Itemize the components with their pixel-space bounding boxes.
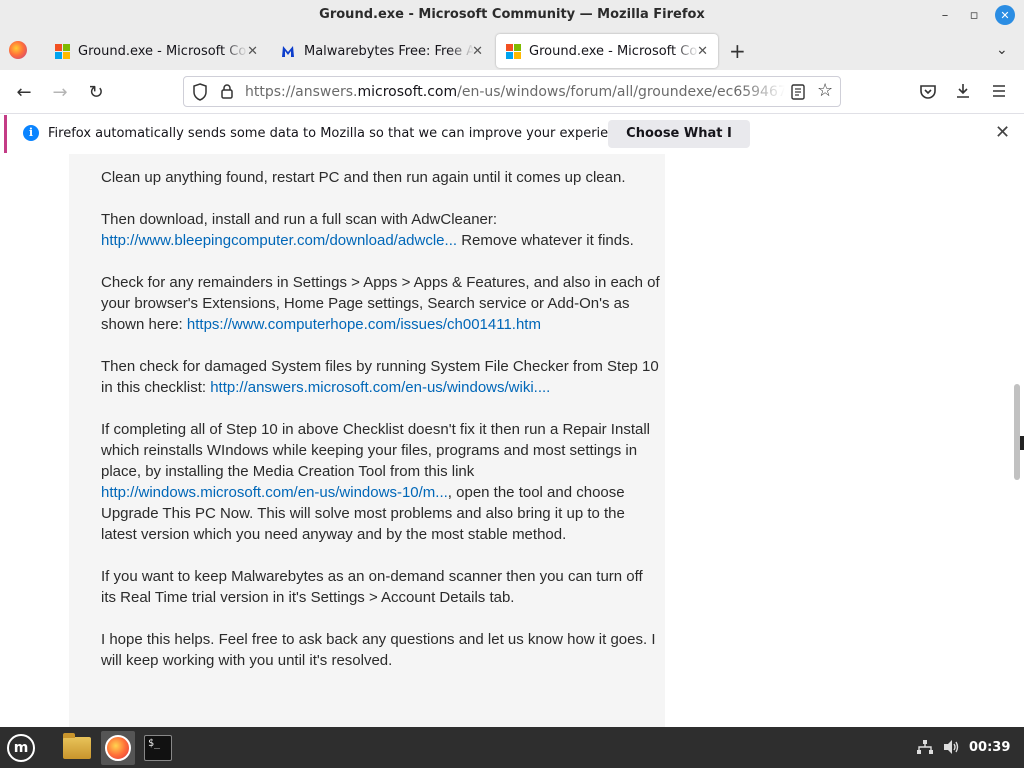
post-paragraph: Then download, install and run a full sc… xyxy=(101,211,634,249)
terminal-launcher[interactable]: $_ xyxy=(141,731,175,765)
computerhope-link[interactable]: https://www.computerhope.com/issues/ch00… xyxy=(187,316,541,333)
info-icon: i xyxy=(23,125,39,141)
checklist-link[interactable]: http://answers.microsoft.com/en-us/windo… xyxy=(210,379,550,396)
post-paragraph: If completing all of Step 10 in above Ch… xyxy=(101,421,650,543)
tab-ground-exe-1[interactable]: Ground.exe - Microsoft Community ✕ xyxy=(45,34,268,68)
malwarebytes-logo-icon xyxy=(282,46,294,57)
start-menu-button[interactable]: m xyxy=(4,731,38,765)
window-titlebar: Ground.exe - Microsoft Community — Mozil… xyxy=(0,0,1024,30)
volume-icon[interactable] xyxy=(942,739,960,755)
tracking-protection-shield-icon[interactable] xyxy=(192,83,208,101)
post-paragraph: If you want to keep Malwarebytes as an o… xyxy=(101,568,643,606)
adwcleaner-link[interactable]: http://www.bleepingcomputer.com/download… xyxy=(101,232,457,249)
url-bar[interactable]: https://answers.microsoft.com/en-us/wind… xyxy=(183,76,841,107)
url-text[interactable]: https://answers.microsoft.com/en-us/wind… xyxy=(245,84,785,100)
post-paragraph: Then check for damaged System files by r… xyxy=(101,358,659,396)
reload-button[interactable]: ↻ xyxy=(84,80,108,104)
tab-ground-exe-active[interactable]: Ground.exe - Microsoft Community ✕ xyxy=(496,34,718,68)
list-all-tabs-button[interactable]: ⌄ xyxy=(996,42,1008,58)
window-title: Ground.exe - Microsoft Community — Mozil… xyxy=(319,7,705,22)
forward-button[interactable]: → xyxy=(48,80,72,104)
tab-strip: Ground.exe - Microsoft Community ✕ Malwa… xyxy=(0,30,1024,70)
tab-title: Ground.exe - Microsoft Community xyxy=(78,43,248,59)
microsoft-logo-icon xyxy=(55,43,70,59)
maximize-button[interactable]: ▫ xyxy=(963,5,985,25)
firefox-icon xyxy=(105,735,131,761)
mint-menu-icon: m xyxy=(7,734,35,762)
telemetry-notification-bar: i Firefox automatically sends some data … xyxy=(4,115,1020,169)
tab-close-icon[interactable]: ✕ xyxy=(247,44,258,59)
navigation-toolbar: ← → ↻ https://answers.microsoft.com/en-u… xyxy=(0,70,1024,114)
firefox-view-icon[interactable] xyxy=(9,41,27,59)
downloads-icon[interactable] xyxy=(954,82,972,100)
terminal-icon: $_ xyxy=(144,735,172,761)
files-folder-icon xyxy=(63,733,91,759)
network-icon[interactable] xyxy=(916,739,934,755)
firefox-launcher[interactable] xyxy=(101,731,135,765)
page-content: Clean up anything found, restart PC and … xyxy=(0,154,1024,727)
tab-close-icon[interactable]: ✕ xyxy=(472,44,483,59)
hamburger-menu-icon[interactable] xyxy=(991,83,1007,99)
pocket-icon[interactable] xyxy=(919,83,937,101)
back-button[interactable]: ← xyxy=(12,80,36,104)
page-scrollbar-thumb[interactable] xyxy=(1014,384,1020,480)
microsoft-logo-icon xyxy=(506,43,521,59)
tab-title: Ground.exe - Microsoft Community xyxy=(529,43,699,59)
tab-malwarebytes[interactable]: Malwarebytes Free: Free Antivirus ✕ xyxy=(270,34,493,68)
taskbar: m $_ 00:39 xyxy=(0,727,1024,768)
minimize-button[interactable]: – xyxy=(934,5,956,25)
reader-view-icon[interactable] xyxy=(790,83,806,101)
new-tab-button[interactable]: + xyxy=(729,39,746,63)
files-launcher[interactable] xyxy=(60,731,94,765)
tab-title: Malwarebytes Free: Free Antivirus xyxy=(304,43,474,59)
post-paragraph: Check for any remainders in Settings > A… xyxy=(101,274,660,333)
post-paragraph: I hope this helps. Feel free to ask back… xyxy=(101,631,656,669)
tab-close-icon[interactable]: ✕ xyxy=(697,44,708,59)
notification-message: Firefox automatically sends some data to… xyxy=(48,126,636,141)
close-notification-icon[interactable]: ✕ xyxy=(995,122,1010,143)
choose-what-i-share-button[interactable]: Choose What I Share xyxy=(608,120,750,169)
taskbar-clock[interactable]: 00:39 xyxy=(969,740,1010,755)
post-paragraph: Clean up anything found, restart PC and … xyxy=(101,169,626,186)
media-creation-tool-link[interactable]: http://windows.microsoft.com/en-us/windo… xyxy=(101,484,448,501)
scrollbar-edge-marker xyxy=(1020,436,1024,450)
close-window-button[interactable]: ✕ xyxy=(995,5,1015,25)
bookmark-star-icon[interactable]: ☆ xyxy=(817,80,833,101)
lock-icon[interactable] xyxy=(220,83,234,99)
post-body: Clean up anything found, restart PC and … xyxy=(101,167,661,692)
forum-reply-post: Clean up anything found, restart PC and … xyxy=(69,154,665,727)
